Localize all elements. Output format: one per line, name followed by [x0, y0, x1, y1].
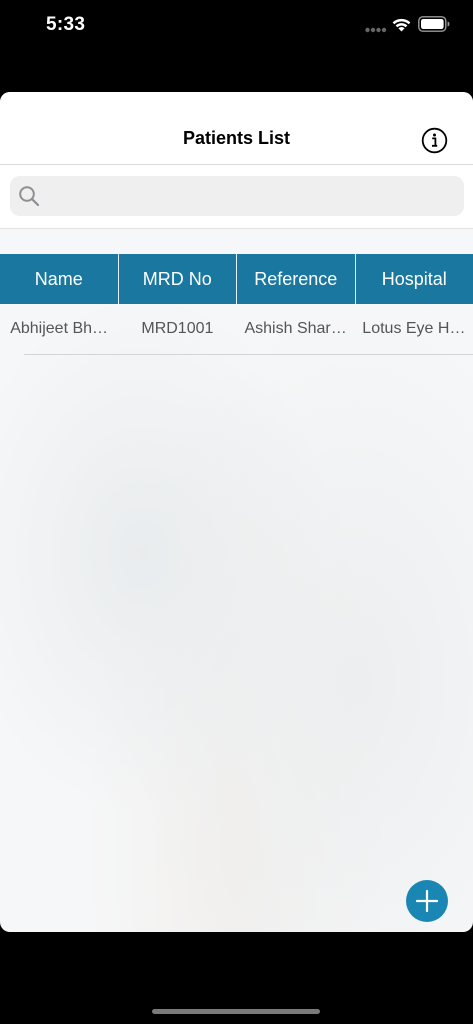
table-row[interactable]: Abhijeet Bh… MRD1001 Ashish Shar… Lotus …: [0, 304, 473, 354]
cell-mrd-no: MRD1001: [118, 304, 236, 354]
add-patient-button[interactable]: [406, 880, 448, 922]
status-time: 5:33: [46, 14, 86, 35]
navigation-bar: Patients List: [0, 92, 473, 165]
table-header: Name MRD No Reference Hospital: [0, 254, 473, 304]
cellular-signal-icon: [365, 27, 387, 33]
column-header-hospital[interactable]: Hospital: [355, 254, 473, 304]
cell-reference: Ashish Shar…: [237, 304, 355, 354]
home-indicator[interactable]: [152, 1009, 320, 1014]
column-header-mrd-no[interactable]: MRD No: [118, 254, 237, 304]
row-divider: [24, 354, 473, 355]
patients-list-sheet: Patients List Name MRD No Reference Hosp…: [0, 92, 473, 932]
cell-name-text: Abhijeet Bh…: [10, 320, 109, 337]
cell-name: Abhijeet Bh…: [0, 304, 118, 354]
search-field[interactable]: [10, 176, 464, 216]
page-title: Patients List: [182, 128, 291, 148]
app-screen: 5:33 Patients List Name MRD No Reference…: [0, 0, 473, 1024]
search-bar: [0, 165, 473, 229]
search-icon: [19, 186, 40, 207]
cell-hospital-text: Lotus Eye H…: [362, 320, 466, 337]
column-header-name[interactable]: Name: [0, 254, 119, 304]
plus-icon: [415, 889, 439, 913]
cell-hospital: Lotus Eye H…: [355, 304, 473, 354]
cell-reference-text: Ashish Shar…: [244, 320, 347, 337]
cell-mrd-no-text: MRD1001: [141, 320, 214, 337]
battery-icon: [418, 16, 450, 32]
search-input[interactable]: [48, 176, 454, 216]
wifi-icon: [392, 18, 411, 32]
column-header-reference[interactable]: Reference: [237, 254, 356, 304]
status-bar: 5:33: [0, 0, 473, 54]
info-icon[interactable]: [421, 127, 448, 154]
